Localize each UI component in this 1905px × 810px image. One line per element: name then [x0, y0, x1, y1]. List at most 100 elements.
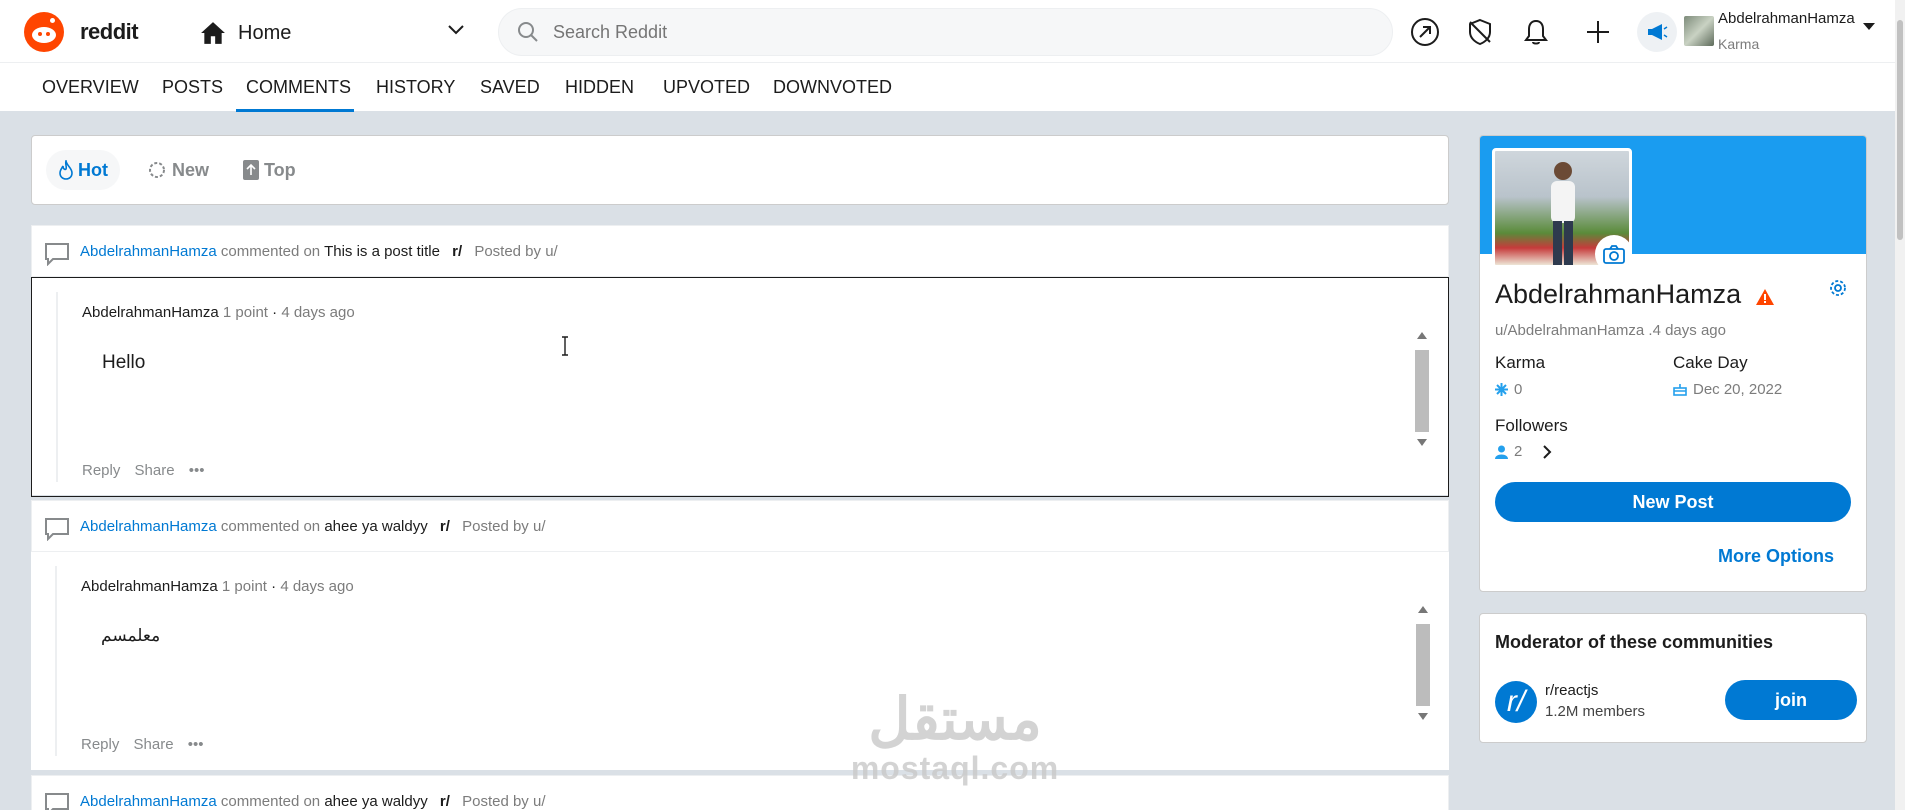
change-avatar-camera-icon[interactable] — [1595, 235, 1629, 265]
new-post-button[interactable]: New Post — [1495, 482, 1851, 522]
top-bar: reddit Home AbdelrahmanHamza Karma — [0, 0, 1905, 62]
comment-context-author[interactable]: AbdelrahmanHamza — [80, 793, 217, 810]
post-title-link[interactable]: ahee ya waldyy — [324, 793, 427, 810]
comment-text: معلمسم — [101, 626, 161, 646]
tab-posts[interactable]: POSTS — [162, 77, 223, 98]
comment-context-text: AbdelrahmanHamza commented on ahee ya wa… — [80, 518, 545, 535]
comment-bubble-icon — [45, 518, 69, 541]
comment-scrollbar[interactable] — [1414, 328, 1430, 450]
follower-person-icon — [1495, 445, 1508, 459]
comment-body[interactable]: AbdelrahmanHamza 1 point · 4 days ago He… — [31, 277, 1449, 497]
thread-line[interactable] — [55, 566, 57, 756]
active-tab-indicator — [236, 109, 354, 112]
share-button[interactable]: Share — [135, 462, 175, 479]
scroll-thumb[interactable] — [1415, 350, 1429, 432]
comment-bubble-icon — [45, 793, 69, 810]
comment-points: 1 point — [221, 578, 267, 595]
profile-avatar[interactable] — [1492, 148, 1632, 268]
sort-top-button[interactable]: Top — [230, 150, 308, 190]
brand-wordmark[interactable]: reddit — [80, 19, 139, 45]
tab-comments[interactable]: COMMENTS — [246, 77, 351, 98]
subreddit-link[interactable]: r/ — [440, 793, 450, 810]
home-label: Home — [238, 21, 292, 44]
post-title-link[interactable]: This is a post title — [324, 243, 440, 260]
user-menu[interactable]: AbdelrahmanHamza Karma — [1684, 8, 1884, 56]
followers-value[interactable]: 2 — [1495, 443, 1552, 460]
comment-body[interactable]: AbdelrahmanHamza 1 point · 4 days ago مع… — [31, 552, 1449, 772]
posted-by-text[interactable]: Posted by u/ — [474, 243, 557, 260]
page-scrollbar[interactable] — [1895, 0, 1905, 810]
comment-author[interactable]: AbdelrahmanHamza — [81, 578, 218, 595]
scroll-up-arrow-icon[interactable] — [1418, 606, 1428, 613]
comment-card: AbdelrahmanHamza commented on ahee ya wa… — [31, 775, 1449, 810]
comment-scrollbar[interactable] — [1415, 602, 1431, 724]
share-button[interactable]: Share — [134, 736, 174, 753]
followers-count: 2 — [1514, 443, 1523, 460]
comment-context-header[interactable]: AbdelrahmanHamza commented on This is a … — [31, 225, 1449, 277]
reddit-logo-icon[interactable] — [24, 12, 64, 52]
comment-author[interactable]: AbdelrahmanHamza — [82, 304, 219, 321]
community-icon[interactable]: r/ — [1495, 681, 1537, 723]
search-input[interactable] — [553, 21, 1253, 43]
comment-context-header[interactable]: AbdelrahmanHamza commented on ahee ya wa… — [31, 775, 1449, 810]
moderator-title: Moderator of these communities — [1495, 632, 1774, 652]
tab-hidden[interactable]: HIDDEN — [565, 77, 634, 98]
sort-hot-button[interactable]: Hot — [46, 150, 120, 190]
logo-face — [32, 27, 56, 43]
reply-button[interactable]: Reply — [81, 736, 119, 753]
comment-context-text: AbdelrahmanHamza commented on ahee ya wa… — [80, 793, 545, 810]
notification-bell-icon[interactable] — [1520, 16, 1552, 48]
comment-context-author[interactable]: AbdelrahmanHamza — [80, 518, 217, 535]
scroll-down-arrow-icon[interactable] — [1417, 439, 1427, 446]
community-name[interactable]: r/reactjs — [1545, 682, 1598, 699]
tab-upvoted[interactable]: UPVOTED — [663, 77, 750, 98]
more-options-icon[interactable]: ••• — [188, 736, 204, 753]
sort-bar: Hot New Top — [31, 135, 1449, 205]
post-title-link[interactable]: ahee ya waldyy — [324, 518, 427, 535]
comment-age: 4 days ago — [280, 578, 354, 595]
advertise-megaphone-icon[interactable] — [1637, 12, 1677, 52]
posted-by-text[interactable]: Posted by u/ — [462, 518, 545, 535]
search-bar[interactable] — [498, 8, 1393, 56]
subreddit-link[interactable]: r/ — [452, 243, 462, 260]
home-dropdown[interactable]: Home — [200, 14, 470, 52]
scroll-up-arrow-icon[interactable] — [1417, 332, 1427, 339]
sort-new-button[interactable]: New — [134, 150, 221, 190]
posted-by-text[interactable]: Posted by u/ — [462, 793, 545, 810]
commented-on-text: commented on — [220, 793, 321, 810]
comment-actions: Reply Share ••• — [82, 462, 215, 479]
tab-overview[interactable]: OVERVIEW — [42, 77, 139, 98]
sort-new-label: New — [172, 159, 210, 180]
reply-button[interactable]: Reply — [82, 462, 120, 479]
flame-icon — [59, 160, 73, 180]
gear-icon[interactable] — [1828, 278, 1848, 298]
caret-down-icon — [1863, 23, 1875, 30]
user-karma: Karma — [1718, 36, 1760, 52]
warning-icon[interactable] — [1755, 288, 1775, 306]
thread-line[interactable] — [56, 292, 58, 482]
join-button[interactable]: join — [1725, 680, 1857, 720]
comment-text: Hello — [102, 352, 146, 373]
sort-hot-label: Hot — [78, 159, 108, 180]
cake-day-value: Dec 20, 2022 — [1673, 381, 1782, 398]
create-post-plus-icon[interactable] — [1582, 16, 1614, 48]
subreddit-link[interactable]: r/ — [440, 518, 450, 535]
scroll-thumb[interactable] — [1416, 624, 1430, 706]
moderation-shield-icon[interactable] — [1464, 16, 1496, 48]
tab-saved[interactable]: SAVED — [480, 77, 540, 98]
more-options-link[interactable]: More Options — [1718, 546, 1834, 567]
comment-context-header[interactable]: AbdelrahmanHamza commented on ahee ya wa… — [31, 500, 1449, 552]
tab-downvoted[interactable]: DOWNVOTED — [773, 77, 892, 98]
cake-day-label: Cake Day — [1673, 353, 1748, 372]
tab-history[interactable]: HISTORY — [376, 77, 455, 98]
user-name: AbdelrahmanHamza — [1718, 10, 1855, 27]
page-scroll-thumb[interactable] — [1897, 20, 1903, 240]
scroll-down-arrow-icon[interactable] — [1418, 713, 1428, 720]
comment-bubble-icon — [45, 243, 69, 266]
popular-icon[interactable] — [1409, 16, 1441, 48]
logo-antenna — [50, 18, 55, 23]
cake-day-date: Dec 20, 2022 — [1693, 381, 1783, 398]
more-options-icon[interactable]: ••• — [189, 462, 205, 479]
comment-context-author[interactable]: AbdelrahmanHamza — [80, 243, 217, 260]
profile-handle: u/AbdelrahmanHamza .4 days ago — [1495, 322, 1726, 339]
